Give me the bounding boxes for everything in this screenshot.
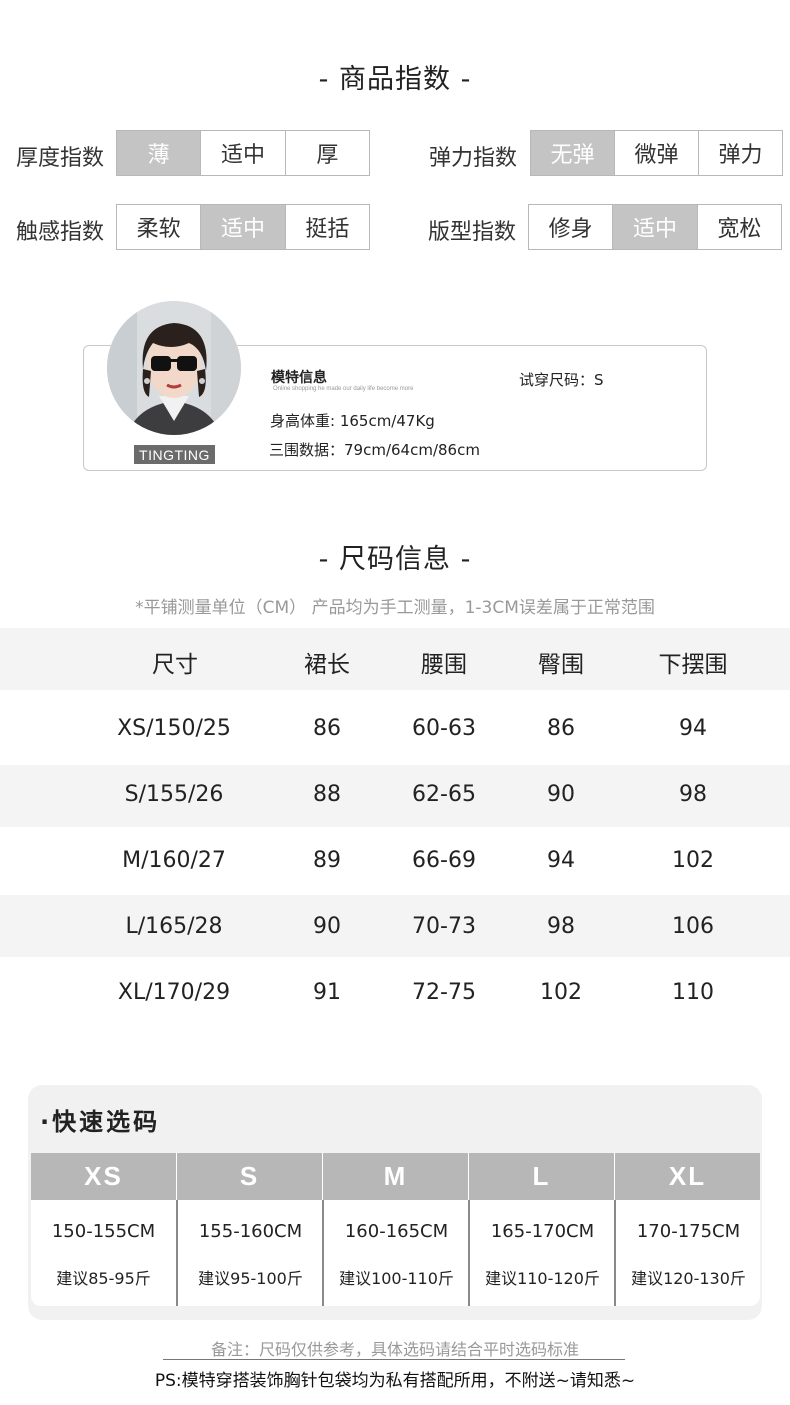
table-cell: 72-75 [412, 980, 476, 1005]
touch-option-medium[interactable]: 适中 [201, 205, 286, 249]
quick-select-grid: XS S M L XL 150-155CM 155-160CM 160-165C… [31, 1153, 760, 1306]
table-cell: 88 [313, 782, 341, 807]
model-photo-icon [107, 301, 241, 435]
table-cell: 86 [313, 716, 341, 741]
elasticity-label: 弹力指数 [429, 146, 518, 171]
thickness-selector: 薄 适中 厚 [116, 130, 370, 176]
thickness-option-thin[interactable]: 薄 [117, 131, 202, 175]
thickness-option-thick[interactable]: 厚 [286, 131, 369, 175]
elasticity-selector: 无弹 微弹 弹力 [530, 130, 783, 176]
model-tagline: Online shopping he made our daily life b… [273, 386, 414, 392]
table-cell: 62-65 [412, 782, 476, 807]
fit-option-loose[interactable]: 宽松 [698, 205, 781, 249]
table-cell: 60-63 [412, 716, 476, 741]
quick-select-size-xs[interactable]: XS [31, 1153, 176, 1200]
table-cell: 94 [547, 848, 575, 873]
column-divider [468, 1200, 470, 1306]
quick-select-size-s[interactable]: S [177, 1153, 322, 1200]
thickness-option-medium[interactable]: 适中 [201, 131, 286, 175]
size-table-header: 腰围 [421, 652, 467, 678]
size-remark: 备注：尺码仅供参考，具体选码请结合平时选码标准 [210, 1340, 579, 1359]
size-info-note: *平铺测量单位（CM） 产品均为手工测量，1-3CM误差属于正常范围 [135, 598, 655, 618]
thickness-label: 厚度指数 [16, 146, 105, 171]
quick-select-weight: 建议100-110斤 [339, 1269, 454, 1288]
quick-select-weight: 建议110-120斤 [485, 1269, 600, 1288]
size-table-header: 臀围 [538, 652, 584, 678]
fit-option-regular[interactable]: 适中 [613, 205, 698, 249]
table-cell: 98 [547, 914, 575, 939]
quick-select-height-range: 160-165CM [344, 1221, 449, 1242]
table-cell: 90 [313, 914, 341, 939]
elasticity-option-none[interactable]: 无弹 [531, 131, 615, 175]
quick-select-weight: 建议120-130斤 [631, 1269, 746, 1288]
quick-select-height-range: 165-170CM [490, 1221, 595, 1242]
fit-selector: 修身 适中 宽松 [528, 204, 782, 250]
fit-option-slim[interactable]: 修身 [529, 205, 614, 249]
elasticity-option-slight[interactable]: 微弹 [615, 131, 699, 175]
size-table-header: 下摆围 [658, 652, 728, 678]
elasticity-option-elastic[interactable]: 弹力 [699, 131, 782, 175]
table-cell: S/155/26 [124, 782, 224, 807]
size-table-header: 裙长 [304, 652, 350, 678]
size-info-title: - 尺码信息 - [318, 544, 472, 575]
table-cell: 106 [672, 914, 714, 939]
table-cell: 102 [672, 848, 714, 873]
table-cell: M/160/27 [122, 848, 226, 873]
model-avatar [107, 301, 241, 435]
model-try-size: 试穿尺码：S [519, 371, 604, 389]
table-cell: 94 [679, 716, 707, 741]
size-table-header: 尺寸 [152, 652, 198, 678]
model-name-tag: TINGTING [134, 445, 215, 464]
product-index-title: - 商品指数 - [318, 64, 472, 95]
remark-divider [163, 1359, 625, 1360]
touch-selector: 柔软 适中 挺括 [116, 204, 370, 250]
table-cell: XL/170/29 [117, 980, 231, 1005]
quick-select-size-m[interactable]: M [323, 1153, 468, 1200]
table-cell: XS/150/25 [117, 716, 231, 741]
table-cell: 86 [547, 716, 575, 741]
table-cell: 90 [547, 782, 575, 807]
quick-select-weight: 建议85-95斤 [56, 1269, 151, 1288]
fit-label: 版型指数 [428, 220, 517, 245]
touch-option-crisp[interactable]: 挺括 [286, 205, 369, 249]
quick-select-size-l[interactable]: L [469, 1153, 614, 1200]
quick-select-height-range: 170-175CM [636, 1221, 741, 1242]
touch-label: 触感指数 [16, 220, 105, 245]
model-info-heading: 模特信息 [271, 370, 327, 386]
model-height-weight: 身高体重: 165cm/47Kg [270, 412, 435, 430]
table-cell: 98 [679, 782, 707, 807]
column-divider [176, 1200, 178, 1306]
quick-select-height-range: 155-160CM [198, 1221, 303, 1242]
column-divider [322, 1200, 324, 1306]
table-cell: 70-73 [412, 914, 476, 939]
column-divider [614, 1200, 616, 1306]
touch-option-soft[interactable]: 柔软 [117, 205, 202, 249]
table-cell: L/165/28 [125, 914, 223, 939]
table-cell: 110 [672, 980, 714, 1005]
table-cell: 66-69 [412, 848, 476, 873]
table-cell: 102 [540, 980, 582, 1005]
table-cell: 89 [313, 848, 341, 873]
quick-select-size-xl[interactable]: XL [615, 1153, 760, 1200]
table-cell: 91 [313, 980, 341, 1005]
model-measurements: 三围数据：79cm/64cm/86cm [269, 441, 480, 459]
quick-select-weight: 建议95-100斤 [198, 1269, 303, 1288]
quick-select-height-range: 150-155CM [51, 1221, 156, 1242]
styling-disclaimer: PS:模特穿搭装饰胸针包袋均为私有搭配所用，不附送~请知悉~ [154, 1371, 636, 1391]
quick-select-title: ·快速选码 [40, 1108, 161, 1136]
